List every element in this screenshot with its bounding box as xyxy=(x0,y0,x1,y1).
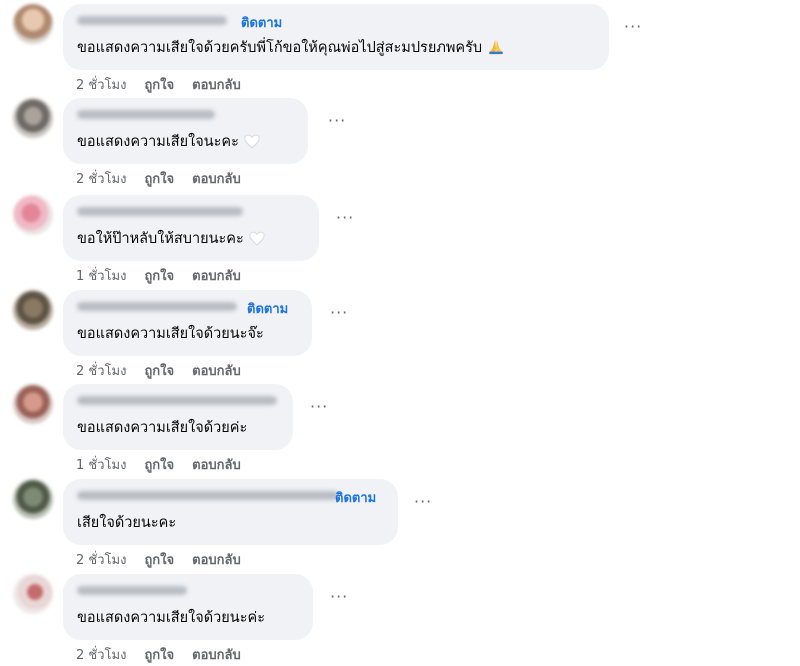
comment-actions: 2 ชั่วโมง ถูกใจ ตอบกลับ xyxy=(76,168,259,189)
comment-text: ขอแสดงความเสียใจด้วยค่ะ xyxy=(77,418,247,438)
reply-button[interactable]: ตอบกลับ xyxy=(192,553,241,568)
reply-button[interactable]: ตอบกลับ xyxy=(192,78,241,93)
like-button[interactable]: ถูกใจ xyxy=(144,364,174,379)
comment-item: ขอแสดงความเสียใจนะคะ ··· 2 ชั่วโมง ถูกใจ ต… xyxy=(0,96,800,190)
timestamp[interactable]: 2 ชั่วโมง xyxy=(76,364,126,379)
pray-icon xyxy=(489,39,503,55)
comment-feed: ติดตาม ขอแสดงความเสียใจด้วยครับพี่โก้ขอใ… xyxy=(0,0,800,666)
comment-item: ติดตาม ขอแสดงความเสียใจด้วยนะจ๊ะ ··· 2 ช… xyxy=(0,288,800,382)
comment-text: ขอแสดงความเสียใจด้วยนะค่ะ xyxy=(77,608,265,628)
follow-button[interactable]: ติดตาม xyxy=(335,487,376,508)
follow-button[interactable]: ติดตาม xyxy=(241,12,282,33)
comment-text: ขอแสดงความเสียใจด้วยครับพี่โก้ขอให้คุณพ่… xyxy=(77,38,505,58)
reply-button[interactable]: ตอบกลับ xyxy=(192,648,241,663)
comment-bubble: ขอให้ป๊าหลับให้สบายนะคะ xyxy=(63,195,319,261)
comment-item: ติดตาม เสียใจด้วยนะคะ ··· 2 ชั่วโมง ถูกใจ… xyxy=(0,477,800,571)
author-name[interactable] xyxy=(77,396,277,405)
like-button[interactable]: ถูกใจ xyxy=(144,458,174,473)
author-name[interactable] xyxy=(77,16,227,25)
like-button[interactable]: ถูกใจ xyxy=(144,78,174,93)
comment-bubble: ติดตาม เสียใจด้วยนะคะ xyxy=(63,479,398,545)
more-options-button[interactable]: ··· xyxy=(336,210,354,226)
reply-button[interactable]: ตอบกลับ xyxy=(192,364,241,379)
reply-button[interactable]: ตอบกลับ xyxy=(192,458,241,473)
comment-text-content: ขอแสดงความเสียใจด้วยนะจ๊ะ xyxy=(77,326,264,342)
comment-actions: 1 ชั่วโมง ถูกใจ ตอบกลับ xyxy=(76,265,259,286)
comment-item: ขอแสดงความเสียใจด้วยค่ะ ··· 1 ชั่วโมง ถูก… xyxy=(0,382,800,476)
comment-bubble: ติดตาม ขอแสดงความเสียใจด้วยครับพี่โก้ขอใ… xyxy=(63,4,609,70)
timestamp[interactable]: 2 ชั่วโมง xyxy=(76,553,126,568)
timestamp[interactable]: 2 ชั่วโมง xyxy=(76,78,126,93)
comment-text: ขอให้ป๊าหลับให้สบายนะคะ xyxy=(77,229,265,249)
comment-actions: 2 ชั่วโมง ถูกใจ ตอบกลับ xyxy=(76,644,259,665)
comment-bubble: ขอแสดงความเสียใจนะคะ xyxy=(63,98,308,164)
comment-actions: 2 ชั่วโมง ถูกใจ ตอบกลับ xyxy=(76,360,259,381)
comment-text-content: เสียใจด้วยนะคะ xyxy=(77,515,177,531)
comment-actions: 1 ชั่วโมง ถูกใจ ตอบกลับ xyxy=(76,454,259,475)
avatar[interactable] xyxy=(13,479,53,519)
avatar[interactable] xyxy=(13,574,53,614)
reply-button[interactable]: ตอบกลับ xyxy=(192,172,241,187)
comment-bubble: ขอแสดงความเสียใจด้วยค่ะ xyxy=(63,384,293,450)
comment-actions: 2 ชั่วโมง ถูกใจ ตอบกลับ xyxy=(76,549,259,570)
avatar[interactable] xyxy=(13,290,53,330)
heart-icon xyxy=(249,231,265,246)
comment-text: ขอแสดงความเสียใจนะคะ xyxy=(77,132,260,152)
like-button[interactable]: ถูกใจ xyxy=(144,648,174,663)
avatar[interactable] xyxy=(13,384,53,424)
comment-text-content: ขอแสดงความเสียใจด้วยนะค่ะ xyxy=(77,610,265,626)
like-button[interactable]: ถูกใจ xyxy=(144,172,174,187)
like-button[interactable]: ถูกใจ xyxy=(144,553,174,568)
more-options-button[interactable]: ··· xyxy=(330,589,348,605)
comment-text-content: ขอให้ป๊าหลับให้สบายนะคะ xyxy=(77,231,244,247)
avatar[interactable] xyxy=(13,98,53,138)
comment-text-content: ขอแสดงความเสียใจนะคะ xyxy=(77,134,239,150)
author-name[interactable] xyxy=(77,110,215,119)
more-options-button[interactable]: ··· xyxy=(330,305,348,321)
comment-text: ขอแสดงความเสียใจด้วยนะจ๊ะ xyxy=(77,324,264,344)
comment-text-content: ขอแสดงความเสียใจด้วยค่ะ xyxy=(77,420,248,436)
like-button[interactable]: ถูกใจ xyxy=(144,269,174,284)
comment-actions: 2 ชั่วโมง ถูกใจ ตอบกลับ xyxy=(76,74,259,95)
more-options-button[interactable]: ··· xyxy=(310,399,328,415)
more-options-button[interactable]: ··· xyxy=(414,494,432,510)
timestamp[interactable]: 1 ชั่วโมง xyxy=(76,458,126,473)
comment-bubble: ติดตาม ขอแสดงความเสียใจด้วยนะจ๊ะ xyxy=(63,290,312,356)
more-options-button[interactable]: ··· xyxy=(624,19,642,35)
author-name[interactable] xyxy=(77,302,237,311)
timestamp[interactable]: 1 ชั่วโมง xyxy=(76,269,126,284)
comment-text: เสียใจด้วยนะคะ xyxy=(77,513,176,533)
timestamp[interactable]: 2 ชั่วโมง xyxy=(76,172,126,187)
comment-item: ขอแสดงความเสียใจด้วยนะค่ะ ··· 2 ชั่วโมง ถ… xyxy=(0,572,800,666)
comment-item: ขอให้ป๊าหลับให้สบายนะคะ ··· 1 ชั่วโมง ถูก… xyxy=(0,193,800,287)
author-name[interactable] xyxy=(77,207,243,216)
reply-button[interactable]: ตอบกลับ xyxy=(192,269,241,284)
more-options-button[interactable]: ··· xyxy=(328,113,346,129)
avatar[interactable] xyxy=(13,4,53,44)
timestamp[interactable]: 2 ชั่วโมง xyxy=(76,648,126,663)
comment-bubble: ขอแสดงความเสียใจด้วยนะค่ะ xyxy=(63,574,313,640)
heart-icon xyxy=(244,134,260,149)
comment-text-content: ขอแสดงความเสียใจด้วยครับพี่โก้ขอให้คุณพ่… xyxy=(77,40,483,56)
follow-button[interactable]: ติดตาม xyxy=(247,298,288,319)
author-name[interactable] xyxy=(77,491,339,500)
avatar[interactable] xyxy=(13,195,53,235)
comment-item: ติดตาม ขอแสดงความเสียใจด้วยครับพี่โก้ขอใ… xyxy=(0,2,800,96)
author-name[interactable] xyxy=(77,586,187,595)
